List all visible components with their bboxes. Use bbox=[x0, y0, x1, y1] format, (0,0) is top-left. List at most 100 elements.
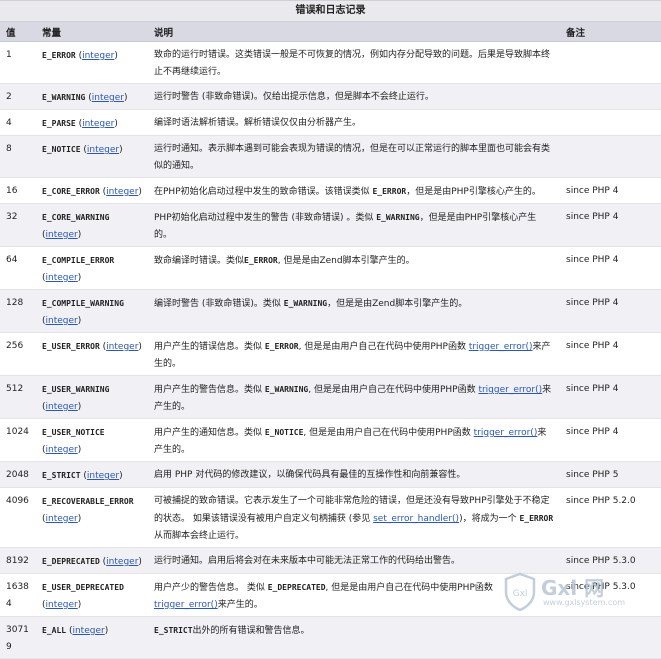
watermark: Gxl Gxl 网 www.gxlsystem.com bbox=[503, 572, 653, 614]
cell-description: 运行时通知。表示脚本遇到可能会表现为错误的情况，但是在可以正常运行的脚本里面也可… bbox=[148, 135, 560, 178]
constant-reference: E_NOTICE bbox=[264, 428, 304, 437]
constant-name: E_DEPRECATED bbox=[42, 557, 100, 566]
cell-description: 运行时警告 (非致命错误)。仅给出提示信息，但是脚本不会终止运行。 bbox=[148, 83, 560, 110]
constant-name: E_COMPILE_ERROR bbox=[42, 256, 115, 265]
cell-value: 16384 bbox=[0, 573, 36, 617]
cell-value: 30719 bbox=[0, 616, 36, 659]
constant-reference: E_ERROR bbox=[264, 342, 299, 351]
table-header-row: 值 常量 说明 备注 bbox=[0, 22, 661, 42]
table-row: 8 E_NOTICE (integer) 运行时通知。表示脚本遇到可能会表现为错误的… bbox=[0, 135, 661, 178]
cell-value: 1024 bbox=[0, 418, 36, 462]
integer-type-link[interactable]: integer bbox=[92, 93, 124, 103]
description-text: , 但是是由Zend脚本引擎产生的。 bbox=[277, 256, 415, 266]
cell-note: since PHP 5.2.0 bbox=[560, 487, 661, 548]
cell-description: 运行时通知。启用后将会对在未来版本中可能无法正常工作的代码给出警告。 bbox=[148, 547, 560, 574]
function-link[interactable]: trigger_error() bbox=[474, 428, 538, 438]
cell-note: since PHP 5.3.0 bbox=[560, 547, 661, 574]
header-constant: 常量 bbox=[36, 22, 148, 42]
constant-name: E_STRICT bbox=[42, 471, 81, 480]
constant-name: E_USER_ERROR bbox=[42, 342, 100, 351]
cell-value: 32 bbox=[0, 203, 36, 247]
description-text: 编译时警告 (非致命错误)。类似 bbox=[154, 299, 284, 309]
integer-type-link[interactable]: integer bbox=[46, 514, 78, 524]
cell-constant: E_CORE_ERROR (integer) bbox=[36, 177, 148, 204]
header-description: 说明 bbox=[148, 22, 560, 42]
description-text: , 但是是由用户自己在代码中使用PHP函数 bbox=[298, 342, 469, 352]
table-row: 32 E_CORE_WARNING (integer) PHP初始化启动过程中发生的… bbox=[0, 203, 661, 247]
description-text: 启用 PHP 对代码的修改建议，以确保代码具有最佳的互操作性和向前兼容性。 bbox=[154, 470, 466, 480]
table-row: 8192 E_DEPRECATED (integer) 运行时通知。启用后将会对在未… bbox=[0, 547, 661, 574]
constant-reference: E_ERROR bbox=[244, 256, 278, 265]
description-text: , 但是是由用户自己在代码中使用PHP函数 bbox=[303, 428, 474, 438]
cell-note: since PHP 4 bbox=[560, 332, 661, 376]
integer-type-link[interactable]: integer bbox=[106, 342, 138, 352]
description-text: 用户产少的警告信息。 类似 bbox=[154, 583, 268, 593]
integer-type-link[interactable]: integer bbox=[106, 557, 138, 567]
integer-type-link[interactable]: integer bbox=[46, 273, 78, 283]
cell-note: since PHP 5 bbox=[560, 461, 661, 488]
cell-constant: E_COMPILE_ERROR (integer) bbox=[36, 246, 148, 290]
integer-type-link[interactable]: integer bbox=[82, 119, 114, 129]
table-row: 1 E_ERROR (integer) 致命的运行时错误。这类错误一般是不可恢复的情… bbox=[0, 41, 661, 84]
table-caption: 错误和日志记录 bbox=[0, 0, 661, 22]
constant-name: E_PARSE bbox=[42, 119, 76, 128]
integer-type-link[interactable]: integer bbox=[46, 316, 78, 326]
description-text: , 但是是由用户自己在代码中使用PHP函数 bbox=[325, 583, 493, 593]
cell-description: 编译时警告 (非致命错误)。类似 E_WARNING，但是是由Zend脚本引擎产… bbox=[148, 289, 560, 333]
cell-constant: E_COMPILE_WARNING (integer) bbox=[36, 289, 148, 333]
cell-value: 128 bbox=[0, 289, 36, 333]
integer-type-link[interactable]: integer bbox=[87, 471, 119, 481]
function-link[interactable]: trigger_error() bbox=[469, 342, 533, 352]
cell-constant: E_ALL (integer) bbox=[36, 616, 148, 659]
table-row: 512 E_USER_WARNING (integer) 用户产生的警告信息。类似 … bbox=[0, 375, 661, 419]
description-text: 致命编译时错误。类似 bbox=[154, 256, 245, 266]
integer-type-link[interactable]: integer bbox=[46, 600, 78, 610]
function-link[interactable]: trigger_error() bbox=[478, 385, 542, 395]
shield-icon: Gxl bbox=[504, 572, 536, 612]
description-text: 用户产生的通知信息。类似 bbox=[154, 428, 265, 438]
cell-note: since PHP 4 bbox=[560, 246, 661, 290]
description-text: , 但是是由用户自己在代码中使用PHP函数 bbox=[308, 385, 479, 395]
integer-type-link[interactable]: integer bbox=[46, 230, 78, 240]
description-text: 在PHP初始化启动过程中发生的致命错误。该错误类似 bbox=[154, 187, 373, 197]
constant-reference: E_ERROR bbox=[372, 187, 407, 196]
description-text: 运行时通知。表示脚本遇到可能会表现为错误的情况，但是在可以正常运行的脚本里面也可… bbox=[154, 144, 551, 171]
cell-constant: E_USER_ERROR (integer) bbox=[36, 332, 148, 376]
integer-type-link[interactable]: integer bbox=[46, 445, 78, 455]
watermark-shield-text: Gxl bbox=[513, 589, 528, 599]
table-row: 16 E_CORE_ERROR (integer) 在PHP初始化启动过程中发生的致… bbox=[0, 177, 661, 204]
constant-name: E_RECOVERABLE_ERROR bbox=[42, 497, 134, 506]
cell-constant: E_CORE_WARNING (integer) bbox=[36, 203, 148, 247]
cell-description: 致命的运行时错误。这类错误一般是不可恢复的情况，例如内存分配导致的问题。后果是导… bbox=[148, 41, 560, 84]
function-link[interactable]: set_error_handler() bbox=[373, 514, 459, 524]
constant-name: E_USER_NOTICE bbox=[42, 428, 105, 437]
cell-constant: E_USER_WARNING (integer) bbox=[36, 375, 148, 419]
description-text: 运行时警告 (非致命错误)。仅给出提示信息，但是脚本不会终止运行。 bbox=[154, 92, 434, 102]
integer-type-link[interactable]: integer bbox=[46, 402, 78, 412]
constant-reference: E_WARNING bbox=[283, 299, 328, 308]
cell-note bbox=[560, 109, 661, 136]
integer-type-link[interactable]: integer bbox=[82, 51, 114, 61]
integer-type-link[interactable]: integer bbox=[106, 187, 138, 197]
cell-note bbox=[560, 41, 661, 84]
description-text: 用户产生的警告信息。类似 bbox=[154, 385, 265, 395]
cell-description: E_STRICT出外的所有错误和警告信息。 bbox=[148, 616, 560, 659]
constant-name: E_CORE_ERROR bbox=[42, 187, 100, 196]
description-text: ，但是是由Zend脚本引擎产生的。 bbox=[327, 299, 468, 309]
function-link[interactable]: trigger_error() bbox=[154, 600, 218, 610]
cell-constant: E_NOTICE (integer) bbox=[36, 135, 148, 178]
constant-reference: E_WARNING bbox=[264, 385, 309, 394]
integer-type-link[interactable]: integer bbox=[72, 626, 104, 636]
constant-reference: E_ERROR bbox=[519, 514, 554, 523]
integer-type-link[interactable]: integer bbox=[87, 145, 119, 155]
cell-description: 用户产生的错误信息。类似 E_ERROR, 但是是由用户自己在代码中使用PHP函… bbox=[148, 332, 560, 376]
description-text: ，但是是由PHP引擎核心产生的。 bbox=[406, 187, 541, 197]
table-row: 64 E_COMPILE_ERROR (integer) 致命编译时错误。类似E_E… bbox=[0, 246, 661, 290]
cell-description: 编译时语法解析错误。解析错误仅仅由分析器产生。 bbox=[148, 109, 560, 136]
cell-value: 4 bbox=[0, 109, 36, 136]
cell-value: 64 bbox=[0, 246, 36, 290]
description-text: 来产生的。 bbox=[217, 600, 263, 610]
constant-name: E_NOTICE bbox=[42, 145, 81, 154]
cell-description: 用户产生的通知信息。类似 E_NOTICE, 但是是由用户自己在代码中使用PHP… bbox=[148, 418, 560, 462]
cell-description: 可被捕捉的致命错误。它表示发生了一个可能非常危险的错误，但是还没有导致PHP引擎… bbox=[148, 487, 560, 548]
